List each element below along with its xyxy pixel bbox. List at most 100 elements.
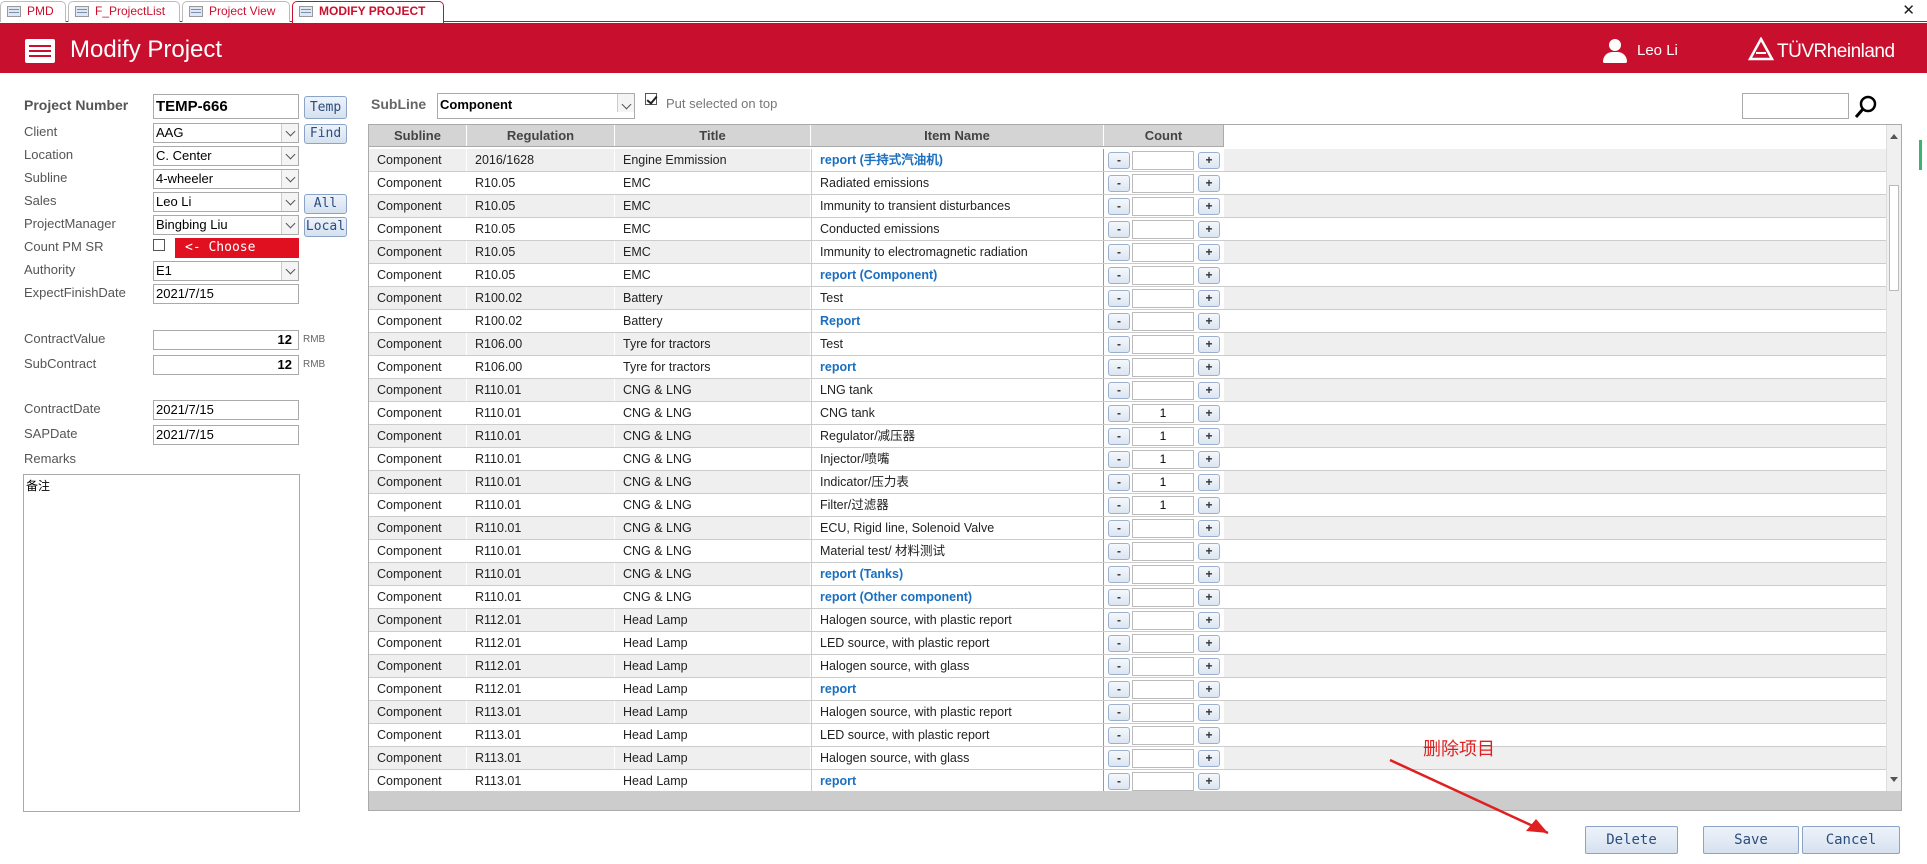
client-dropdown[interactable]: AAG	[153, 123, 299, 143]
count-input[interactable]: 1	[1132, 404, 1194, 423]
count-input[interactable]	[1132, 174, 1194, 193]
column-header-item-name[interactable]: Item Name	[811, 125, 1104, 146]
decrement-button[interactable]: -	[1108, 566, 1130, 583]
increment-button[interactable]: +	[1198, 313, 1220, 330]
table-row[interactable]: Component R110.01 CNG & LNG report (Other c…	[369, 586, 1886, 609]
contract-date-field[interactable]: 2021/7/15	[153, 400, 299, 420]
increment-button[interactable]: +	[1198, 336, 1220, 353]
decrement-button[interactable]: -	[1108, 520, 1130, 537]
table-row[interactable]: Component R110.01 CNG & LNG Material test/ …	[369, 540, 1886, 563]
increment-button[interactable]: +	[1198, 221, 1220, 238]
table-row[interactable]: Component 2016/1628 Engine Emmission report…	[369, 149, 1886, 172]
increment-button[interactable]: +	[1198, 244, 1220, 261]
count-input[interactable]	[1132, 726, 1194, 745]
count-input[interactable]	[1132, 657, 1194, 676]
increment-button[interactable]: +	[1198, 543, 1220, 560]
table-row[interactable]: Component R106.00 Tyre for tractors report -…	[369, 356, 1886, 379]
increment-button[interactable]: +	[1198, 750, 1220, 767]
count-input[interactable]	[1132, 749, 1194, 768]
increment-button[interactable]: +	[1198, 612, 1220, 629]
count-input[interactable]	[1132, 381, 1194, 400]
table-row[interactable]: Component R113.01 Head Lamp Halogen source,…	[369, 701, 1886, 724]
table-row[interactable]: Component R110.01 CNG & LNG report (Tanks) -…	[369, 563, 1886, 586]
increment-button[interactable]: +	[1198, 451, 1220, 468]
increment-button[interactable]: +	[1198, 359, 1220, 376]
subline-dropdown[interactable]: 4-wheeler	[153, 169, 299, 189]
expect-finish-date-field[interactable]: 2021/7/15	[153, 284, 299, 304]
increment-button[interactable]: +	[1198, 382, 1220, 399]
subcontract-field[interactable]: 12	[153, 355, 299, 375]
close-icon[interactable]: ✕	[1902, 1, 1915, 21]
table-row[interactable]: Component R100.02 Battery Test - +	[369, 287, 1886, 310]
subline-filter-dropdown[interactable]: Component	[437, 93, 635, 119]
increment-button[interactable]: +	[1198, 198, 1220, 215]
increment-button[interactable]: +	[1198, 658, 1220, 675]
table-row[interactable]: Component R113.01 Head Lamp report - +	[369, 770, 1886, 791]
authority-dropdown[interactable]: E1	[153, 261, 299, 281]
decrement-button[interactable]: -	[1108, 612, 1130, 629]
increment-button[interactable]: +	[1198, 566, 1220, 583]
increment-button[interactable]: +	[1198, 497, 1220, 514]
increment-button[interactable]: +	[1198, 175, 1220, 192]
count-input[interactable]	[1132, 312, 1194, 331]
table-row[interactable]: Component R110.01 CNG & LNG Regulator/减压器 -1…	[369, 425, 1886, 448]
column-header-subline[interactable]: Subline	[369, 125, 467, 146]
cell-item-name[interactable]: report	[811, 770, 1104, 791]
count-input[interactable]	[1132, 358, 1194, 377]
tab-project-view[interactable]: Project View	[182, 1, 290, 22]
contract-value-field[interactable]: 12	[153, 330, 299, 350]
sales-dropdown[interactable]: Leo Li	[153, 192, 299, 212]
count-input[interactable]	[1132, 197, 1194, 216]
table-row[interactable]: Component R112.01 Head Lamp Halogen source,…	[369, 609, 1886, 632]
pm-dropdown[interactable]: Bingbing Liu	[153, 215, 299, 235]
decrement-button[interactable]: -	[1108, 405, 1130, 422]
decrement-button[interactable]: -	[1108, 267, 1130, 284]
increment-button[interactable]: +	[1198, 589, 1220, 606]
tab-pmd[interactable]: PMD	[0, 1, 66, 22]
find-button[interactable]: Find	[304, 124, 347, 144]
count-input[interactable]: 1	[1132, 473, 1194, 492]
decrement-button[interactable]: -	[1108, 635, 1130, 652]
decrement-button[interactable]: -	[1108, 589, 1130, 606]
decrement-button[interactable]: -	[1108, 750, 1130, 767]
cell-item-name[interactable]: report	[811, 678, 1104, 700]
table-row[interactable]: Component R110.01 CNG & LNG Indicator/压力表 -1…	[369, 471, 1886, 494]
search-input[interactable]	[1742, 93, 1849, 119]
count-input[interactable]	[1132, 772, 1194, 791]
table-row[interactable]: Component R112.01 Head Lamp LED source, wit…	[369, 632, 1886, 655]
increment-button[interactable]: +	[1198, 152, 1220, 169]
cell-item-name[interactable]: Report	[811, 310, 1104, 332]
temp-button[interactable]: Temp	[304, 96, 347, 119]
cell-item-name[interactable]: report (Other component)	[811, 586, 1104, 608]
decrement-button[interactable]: -	[1108, 382, 1130, 399]
decrement-button[interactable]: -	[1108, 428, 1130, 445]
count-input[interactable]	[1132, 634, 1194, 653]
cell-item-name[interactable]: report	[811, 356, 1104, 378]
count-input[interactable]	[1132, 519, 1194, 538]
decrement-button[interactable]: -	[1108, 313, 1130, 330]
decrement-button[interactable]: -	[1108, 244, 1130, 261]
table-row[interactable]: Component R100.02 Battery Report - +	[369, 310, 1886, 333]
save-button[interactable]: Save	[1703, 826, 1799, 854]
table-row[interactable]: Component R106.00 Tyre for tractors Test - +	[369, 333, 1886, 356]
count-input[interactable]	[1132, 542, 1194, 561]
vertical-scrollbar[interactable]	[1886, 125, 1901, 791]
count-input[interactable]	[1132, 220, 1194, 239]
decrement-button[interactable]: -	[1108, 704, 1130, 721]
increment-button[interactable]: +	[1198, 474, 1220, 491]
count-input[interactable]	[1132, 151, 1194, 170]
table-row[interactable]: Component R112.01 Head Lamp report - +	[369, 678, 1886, 701]
decrement-button[interactable]: -	[1108, 474, 1130, 491]
table-row[interactable]: Component R10.05 EMC Immunity to electromag…	[369, 241, 1886, 264]
decrement-button[interactable]: -	[1108, 221, 1130, 238]
table-row[interactable]: Component R110.01 CNG & LNG CNG tank -1 +	[369, 402, 1886, 425]
search-icon[interactable]	[1854, 94, 1878, 120]
count-input[interactable]	[1132, 588, 1194, 607]
increment-button[interactable]: +	[1198, 727, 1220, 744]
increment-button[interactable]: +	[1198, 267, 1220, 284]
table-row[interactable]: Component R10.05 EMC report (Component) - +	[369, 264, 1886, 287]
decrement-button[interactable]: -	[1108, 727, 1130, 744]
decrement-button[interactable]: -	[1108, 359, 1130, 376]
decrement-button[interactable]: -	[1108, 336, 1130, 353]
table-row[interactable]: Component R110.01 CNG & LNG Injector/喷嘴 -1 +	[369, 448, 1886, 471]
